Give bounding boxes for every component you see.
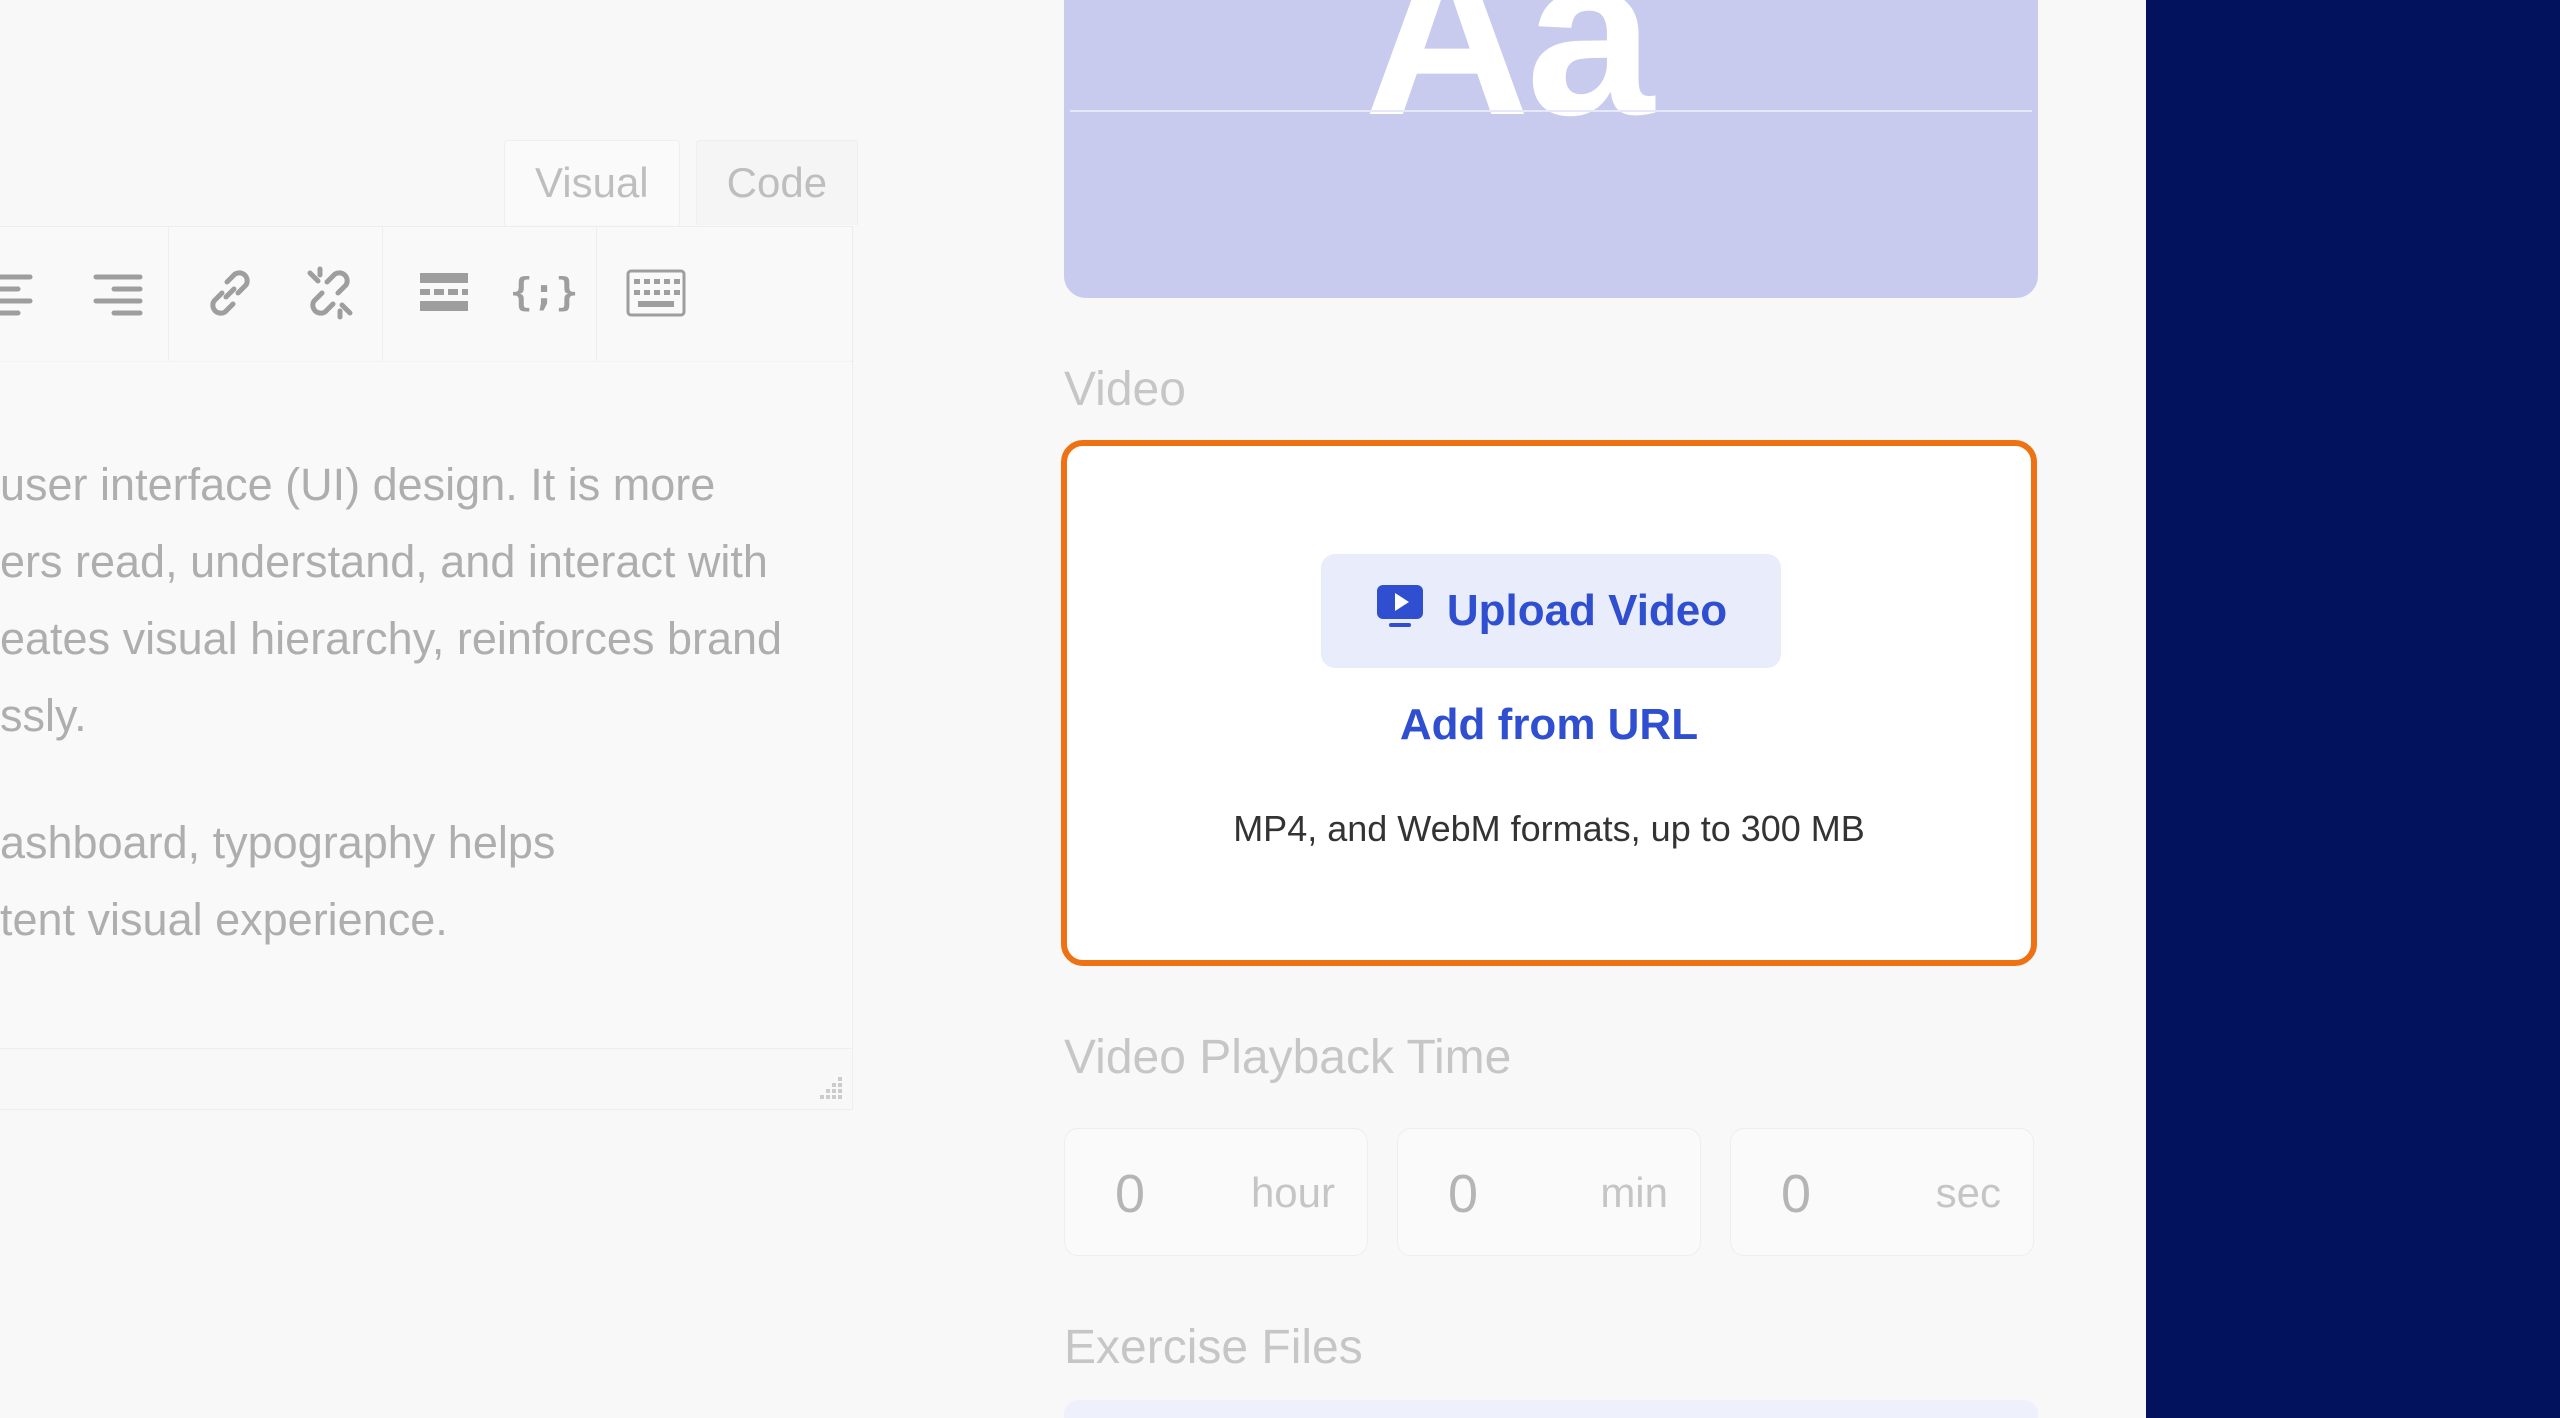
hour-value: 0 xyxy=(1115,1164,1146,1224)
align-center-icon[interactable] xyxy=(0,255,56,331)
tab-visual[interactable]: Visual xyxy=(504,140,680,225)
align-right-icon[interactable] xyxy=(80,255,156,331)
hour-input[interactable]: 0 hour xyxy=(1064,1128,1368,1256)
code-block-icon[interactable]: {;} xyxy=(506,255,582,331)
exercise-files-box[interactable] xyxy=(1064,1400,2038,1418)
read-more-icon[interactable] xyxy=(406,255,482,331)
unlink-icon[interactable] xyxy=(292,255,368,331)
video-upload-box: Upload Video Add from URL MP4, and WebM … xyxy=(1061,440,2037,966)
keyboard-icon[interactable] xyxy=(618,255,694,331)
second-input[interactable]: 0 sec xyxy=(1730,1128,2034,1256)
minute-value: 0 xyxy=(1448,1164,1479,1224)
thumbnail-preview: Aa xyxy=(1064,0,2038,298)
tab-code[interactable]: Code xyxy=(695,140,859,225)
editor-content[interactable]: user interface (UI) design. It is more e… xyxy=(0,360,853,1048)
add-from-url-link[interactable]: Add from URL xyxy=(1067,700,2031,750)
thumbnail-divider xyxy=(1070,110,2032,112)
content-line: ers read, understand, and interact with xyxy=(0,536,768,587)
second-unit: sec xyxy=(1935,1169,2001,1216)
content-line: user interface (UI) design. It is more xyxy=(0,459,716,510)
toolbar-separator xyxy=(596,227,597,361)
toolbar-separator xyxy=(382,227,383,361)
editor-tabs: Visual Code xyxy=(504,140,859,226)
video-play-icon xyxy=(1375,583,1425,640)
editor-statusbar xyxy=(0,1048,853,1110)
playback-time-label: Video Playback Time xyxy=(1064,1031,1512,1084)
minute-input[interactable]: 0 min xyxy=(1397,1128,1701,1256)
content-line: eates visual hierarchy, reinforces brand xyxy=(0,613,783,664)
content-line: tent visual experience. xyxy=(0,894,448,945)
video-label: Video xyxy=(1064,363,1186,416)
upload-video-label: Upload Video xyxy=(1446,586,1728,635)
link-icon[interactable] xyxy=(192,255,268,331)
thumbnail-text: Aa xyxy=(1364,0,1654,163)
toolbar-separator xyxy=(168,227,169,361)
content-line: ashboard, typography helps xyxy=(0,817,556,868)
content-line: ssly. xyxy=(0,690,87,741)
dark-side-panel xyxy=(2146,0,2560,1418)
hour-unit: hour xyxy=(1250,1169,1335,1216)
video-formats-hint: MP4, and WebM formats, up to 300 MB xyxy=(1233,808,1865,849)
svg-text:{;}: {;} xyxy=(512,270,576,314)
minute-unit: min xyxy=(1600,1169,1668,1216)
second-value: 0 xyxy=(1781,1164,1812,1224)
exercise-files-label: Exercise Files xyxy=(1064,1321,1363,1374)
resize-handle-icon[interactable] xyxy=(816,1073,844,1101)
upload-video-button[interactable]: Upload Video xyxy=(1321,554,1781,668)
editor-toolbar: {;} xyxy=(0,226,853,362)
